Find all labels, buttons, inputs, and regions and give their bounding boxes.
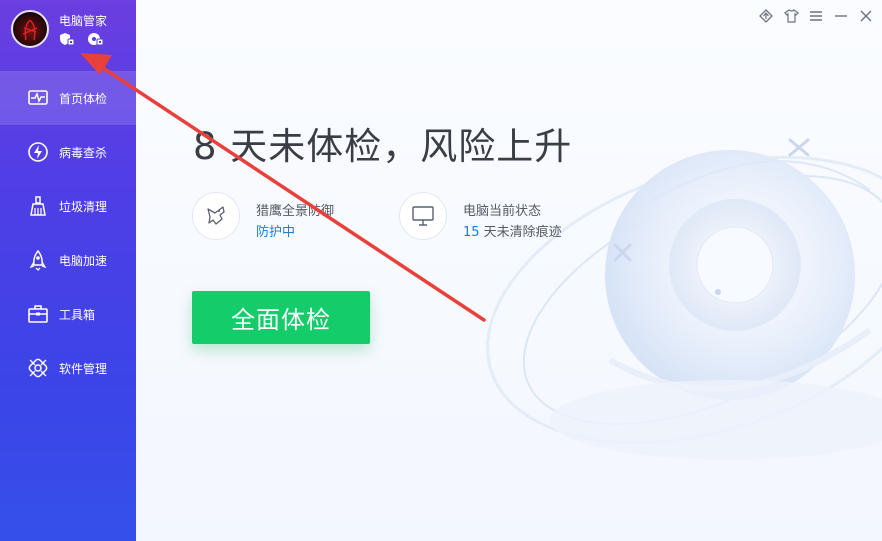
rocket-icon <box>29 249 47 271</box>
avatar-figure-icon <box>22 19 38 41</box>
close-icon[interactable] <box>858 8 874 24</box>
sidebar: 电脑管家 首页体检 病毒查杀 垃圾清理 电脑加速 工具箱 软件管理 <box>0 0 136 541</box>
minimize-icon[interactable] <box>833 8 849 24</box>
protection-status: 防护中 <box>256 221 295 240</box>
profile-area: 电脑管家 <box>0 0 136 68</box>
menu-icon[interactable] <box>808 8 824 24</box>
disk-badge-icon[interactable] <box>88 31 104 46</box>
sidebar-item-junk-clean[interactable]: 垃圾清理 <box>0 179 136 233</box>
sidebar-item-label: 首页体检 <box>59 91 108 106</box>
sidebar-item-speedup[interactable]: 电脑加速 <box>0 233 136 287</box>
falcon-icon <box>192 192 240 240</box>
sidebar-item-toolbox[interactable]: 工具箱 <box>0 287 136 341</box>
sidebar-item-label: 工具箱 <box>59 307 96 322</box>
toolbox-icon <box>28 305 48 323</box>
pc-status-value: 15 天未清除痕迹 <box>463 221 562 240</box>
pc-status-count: 15 <box>463 225 480 240</box>
broom-icon <box>30 196 46 216</box>
lightning-shield-icon <box>28 142 48 162</box>
sidebar-item-label: 电脑加速 <box>59 253 108 268</box>
feedback-icon[interactable] <box>758 8 774 24</box>
pc-status-title: 电脑当前状态 <box>463 204 542 219</box>
skin-icon[interactable] <box>783 8 799 24</box>
sidebar-item-home-checkup[interactable]: 首页体检 <box>0 71 136 125</box>
sidebar-item-label: 垃圾清理 <box>59 199 108 214</box>
sidebar-item-virus-scan[interactable]: 病毒查杀 <box>0 125 136 179</box>
app-grid-icon <box>28 358 48 378</box>
pc-status-card[interactable]: 电脑当前状态 15 天未清除痕迹 <box>399 192 599 244</box>
window-controls <box>758 8 874 24</box>
sidebar-nav: 首页体检 病毒查杀 垃圾清理 电脑加速 工具箱 软件管理 <box>0 71 136 395</box>
sidebar-item-software[interactable]: 软件管理 <box>0 341 136 395</box>
app-name: 电脑管家 <box>59 14 108 28</box>
shield-badge-icon[interactable] <box>59 31 75 46</box>
avatar[interactable] <box>11 10 49 48</box>
sidebar-item-label: 软件管理 <box>59 361 108 376</box>
full-scan-button[interactable]: 全面体检 <box>192 291 370 344</box>
app-window: 电脑管家 首页体检 病毒查杀 垃圾清理 电脑加速 工具箱 软件管理 8 天未体检… <box>0 0 882 541</box>
pc-status-suffix: 天未清除痕迹 <box>479 225 562 240</box>
page-title: 8 天未体检，风险上升 <box>193 125 573 168</box>
protection-status-card[interactable]: 猎鹰全景防御 防护中 <box>192 192 382 244</box>
protection-status-text: 防护中 <box>256 225 296 240</box>
sidebar-item-label: 病毒查杀 <box>59 145 108 160</box>
monitor-icon <box>399 192 447 240</box>
protection-title: 猎鹰全景防御 <box>256 204 335 219</box>
heartbeat-monitor-icon <box>28 90 48 105</box>
